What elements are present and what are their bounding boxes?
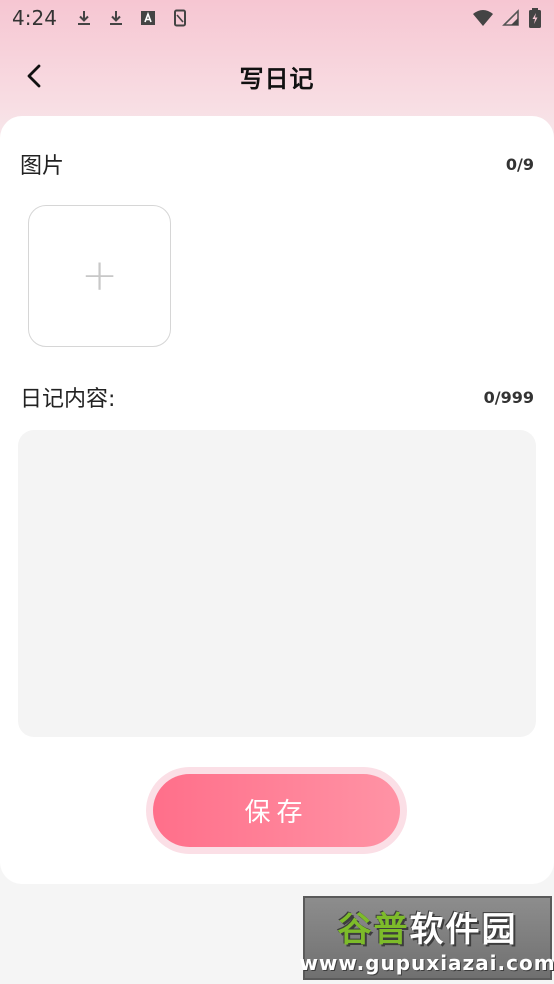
- watermark-title-part2: 软件园: [409, 909, 518, 950]
- diary-form-card: 图片 0/9 + 日记内容: 0/999 保存: [0, 116, 554, 884]
- nav-bar: 写日记: [0, 46, 554, 106]
- battery-charging-icon: [529, 8, 541, 28]
- plus-icon: +: [81, 250, 118, 301]
- signal-icon: [502, 9, 519, 26]
- save-button[interactable]: 保存: [153, 774, 400, 847]
- photos-label: 图片: [20, 154, 65, 179]
- add-photo-button[interactable]: +: [28, 205, 171, 347]
- status-icons-left: [75, 9, 189, 27]
- wifi-icon: [473, 10, 493, 26]
- content-label: 日记内容:: [20, 387, 116, 412]
- photos-header: 图片 0/9: [20, 148, 534, 180]
- diary-content-input[interactable]: [18, 430, 536, 737]
- status-bar: 4:24: [0, 0, 554, 36]
- watermark-title: 谷普软件园: [338, 902, 518, 951]
- save-button-glow: 保存: [146, 767, 407, 854]
- download-icon: [77, 11, 90, 25]
- page-title: 写日记: [239, 64, 315, 93]
- sim-card-icon: [173, 9, 186, 27]
- back-button[interactable]: [18, 60, 50, 92]
- content-header: 日记内容: 0/999: [20, 381, 534, 413]
- a-box-icon: [140, 11, 155, 25]
- content-count: 0/999: [483, 387, 534, 407]
- download-icon: [109, 11, 122, 25]
- watermark-url: www.gupuxiazai.com: [299, 950, 554, 975]
- status-time: 4:24: [12, 6, 57, 30]
- chevron-left-icon: [27, 64, 41, 88]
- watermark-logo: 谷普软件园 www.gupuxiazai.com: [299, 896, 554, 980]
- status-icons-right: [472, 8, 542, 28]
- watermark-title-part1: 谷普: [337, 909, 410, 950]
- photos-count: 0/9: [505, 154, 534, 174]
